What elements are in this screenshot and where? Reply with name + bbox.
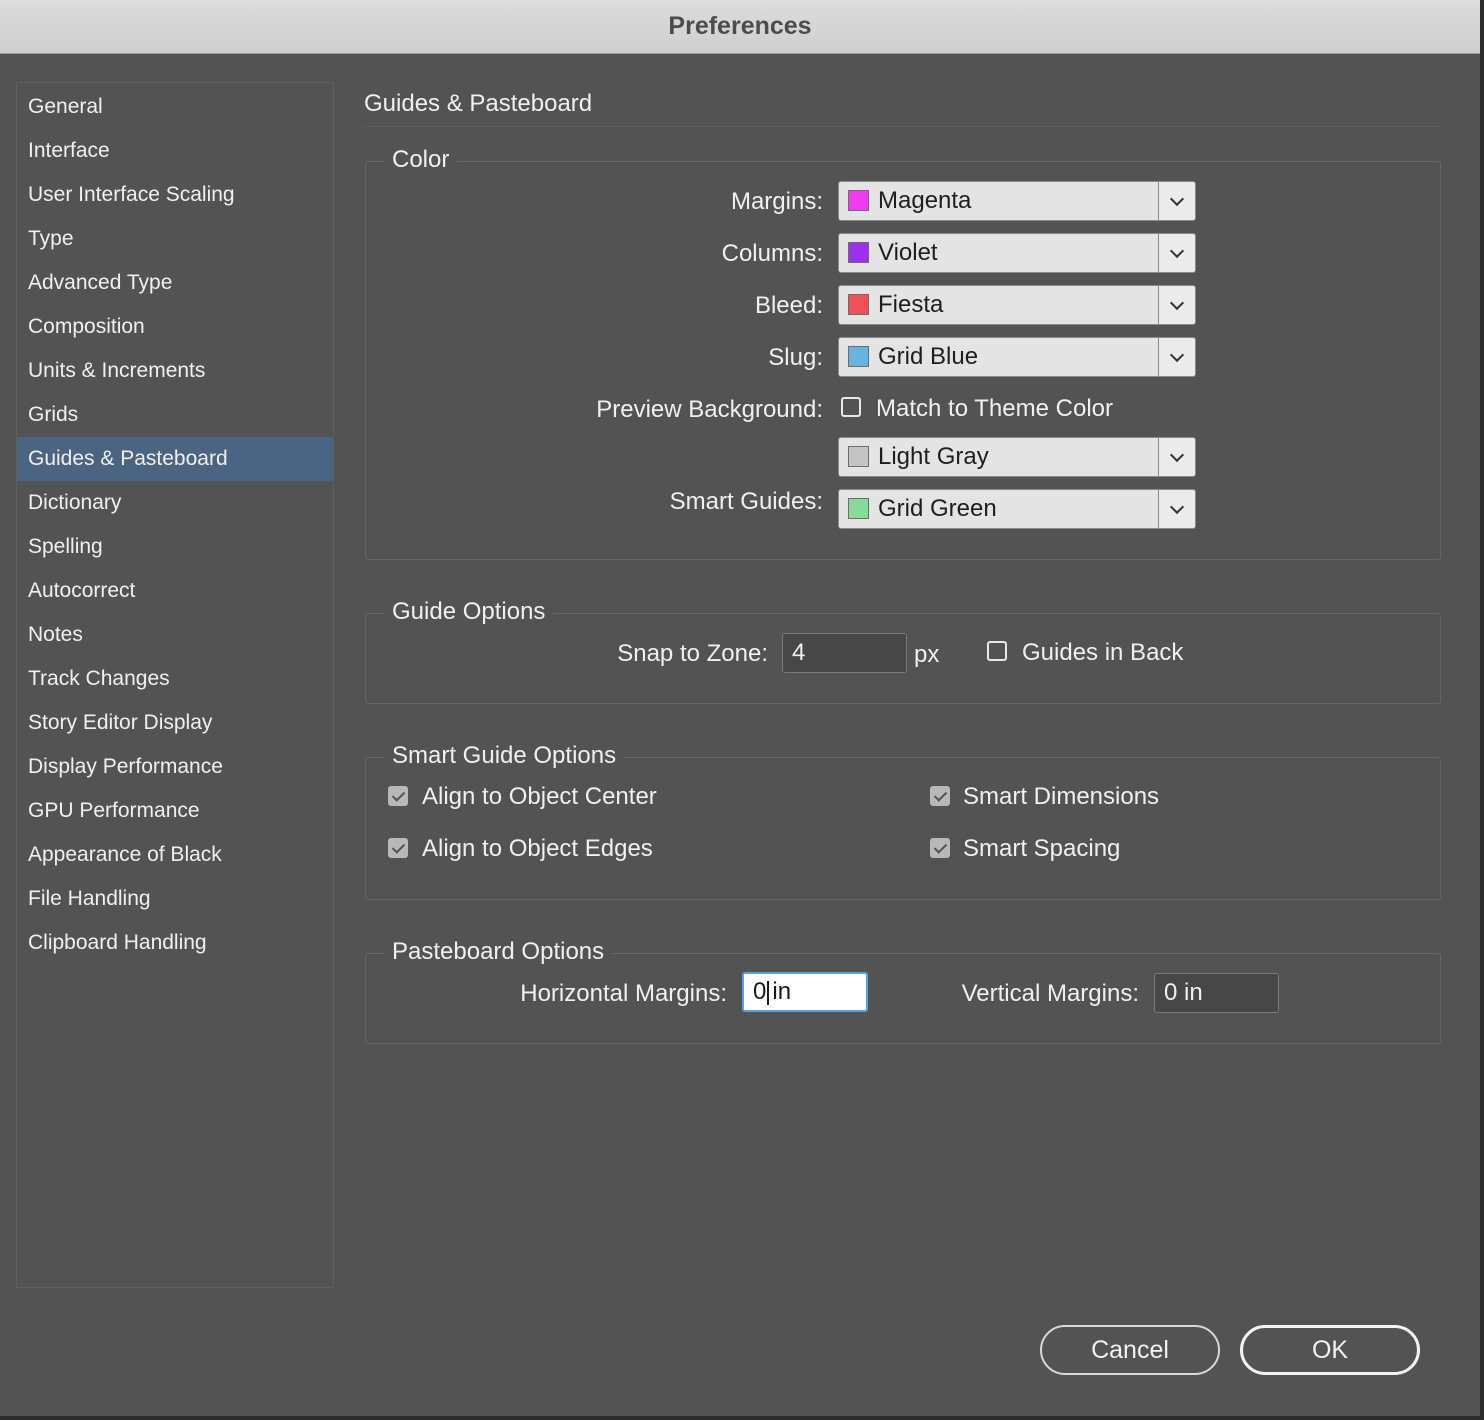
guide-options-legend: Guide Options [384,598,554,626]
sidebar-item-display-performance[interactable]: Display Performance [17,745,333,789]
sidebar-item-file-handling[interactable]: File Handling [17,877,333,921]
align-object-center-label: Align to Object Center [422,783,657,810]
guides-in-back-label: Guides in Back [1022,639,1184,666]
fiesta-swatch [848,294,869,315]
margins-color-dropdown[interactable]: Magenta [838,181,1196,221]
sidebar-item-track-changes[interactable]: Track Changes [17,657,333,701]
sidebar-item-gpu-performance[interactable]: GPU Performance [17,789,333,833]
margins-label: Margins: [730,188,823,215]
sidebar-item-notes[interactable]: Notes [17,613,333,657]
bleed-label: Bleed: [754,292,823,319]
checkmark-icon [391,788,406,802]
smart-spacing-checkbox[interactable] [930,838,950,858]
chevron-down-icon [1169,243,1185,259]
sidebar-item-autocorrect[interactable]: Autocorrect [17,569,333,613]
slug-color-dropdown[interactable]: Grid Blue [838,337,1196,377]
snap-unit-label: px [914,641,940,668]
horizontal-margins-label: Horizontal Margins: [520,980,727,1007]
columns-label: Columns: [721,240,823,267]
match-theme-color-label: Match to Theme Color [876,395,1113,422]
smart-guides-color-dropdown[interactable]: Grid Green [838,489,1196,529]
horizontal-margins-unit: in [772,978,792,1005]
window-title: Preferences [668,12,812,40]
violet-swatch [848,242,869,263]
margins-color-value: Magenta [878,187,972,214]
chevron-down-icon [1169,499,1185,515]
heading-divider [364,126,1440,127]
sidebar: General Interface User Interface Scaling… [16,82,334,1288]
sidebar-item-dictionary[interactable]: Dictionary [17,481,333,525]
sidebar-item-clipboard-handling[interactable]: Clipboard Handling [17,921,333,965]
sidebar-item-advanced-type[interactable]: Advanced Type [17,261,333,305]
align-object-center-checkbox[interactable] [388,786,408,806]
chevron-down-icon [1169,347,1185,363]
chevron-down-icon [1169,191,1185,207]
slug-label: Slug: [768,344,823,371]
chevron-down-icon [1169,295,1185,311]
smart-dimensions-checkbox[interactable] [930,786,950,806]
margins-dropdown-button[interactable] [1158,182,1195,220]
bleed-dropdown-button[interactable] [1158,286,1195,324]
smart-guides-dropdown-button[interactable] [1158,490,1195,528]
columns-color-value: Violet [878,239,938,266]
sidebar-item-grids[interactable]: Grids [17,393,333,437]
checkmark-icon [933,788,948,802]
grid-blue-swatch [848,346,869,367]
smart-spacing-label: Smart Spacing [963,835,1121,862]
sidebar-item-appearance-of-black[interactable]: Appearance of Black [17,833,333,877]
pasteboard-options-legend: Pasteboard Options [384,938,613,966]
smart-guides-color-value: Grid Green [878,495,997,522]
preview-background-dropdown[interactable]: Light Gray [838,437,1196,477]
chevron-down-icon [1169,447,1185,463]
text-caret [767,980,770,1005]
preview-background-label: Preview Background: [596,396,823,423]
color-group-legend: Color [384,146,458,174]
columns-dropdown-button[interactable] [1158,234,1195,272]
sidebar-item-units-increments[interactable]: Units & Increments [17,349,333,393]
align-object-edges-label: Align to Object Edges [422,835,653,862]
preview-background-value: Light Gray [878,443,989,470]
light-gray-swatch [848,446,869,467]
title-bar: Preferences [0,0,1480,54]
columns-color-dropdown[interactable]: Violet [838,233,1196,273]
bleed-color-dropdown[interactable]: Fiesta [838,285,1196,325]
page-title: Guides & Pasteboard [364,90,593,117]
smart-dimensions-label: Smart Dimensions [963,783,1160,810]
match-theme-color-checkbox[interactable] [841,397,861,417]
snap-to-zone-input[interactable]: 4 [782,633,907,673]
sidebar-item-interface[interactable]: Interface [17,129,333,173]
cancel-button[interactable]: Cancel [1040,1325,1220,1375]
smart-guides-label: Smart Guides: [669,488,823,515]
sidebar-item-user-interface-scaling[interactable]: User Interface Scaling [17,173,333,217]
checkmark-icon [391,840,406,854]
checkmark-icon [933,840,948,854]
smart-guide-options-legend: Smart Guide Options [384,742,625,770]
guides-in-back-checkbox[interactable] [987,641,1007,661]
sidebar-item-story-editor-display[interactable]: Story Editor Display [17,701,333,745]
slug-color-value: Grid Blue [878,343,979,370]
bleed-color-value: Fiesta [878,291,944,318]
ok-button[interactable]: OK [1240,1325,1420,1375]
align-object-edges-checkbox[interactable] [388,838,408,858]
sidebar-item-composition[interactable]: Composition [17,305,333,349]
horizontal-margins-value: 0 [753,978,767,1005]
vertical-margins-input[interactable]: 0 in [1154,973,1279,1013]
grid-green-swatch [848,498,869,519]
preferences-dialog: Preferences General Interface User Inter… [0,0,1480,1416]
snap-to-zone-label: Snap to Zone: [617,640,768,667]
vertical-margins-label: Vertical Margins: [961,980,1139,1007]
sidebar-item-type[interactable]: Type [17,217,333,261]
magenta-swatch [848,190,869,211]
sidebar-item-guides-pasteboard[interactable]: Guides & Pasteboard [17,437,333,481]
sidebar-item-spelling[interactable]: Spelling [17,525,333,569]
horizontal-margins-input[interactable]: 0 in [742,972,868,1012]
preview-background-dropdown-button[interactable] [1158,438,1195,476]
sidebar-item-general[interactable]: General [17,85,333,129]
smart-guide-options-group [365,757,1441,900]
slug-dropdown-button[interactable] [1158,338,1195,376]
